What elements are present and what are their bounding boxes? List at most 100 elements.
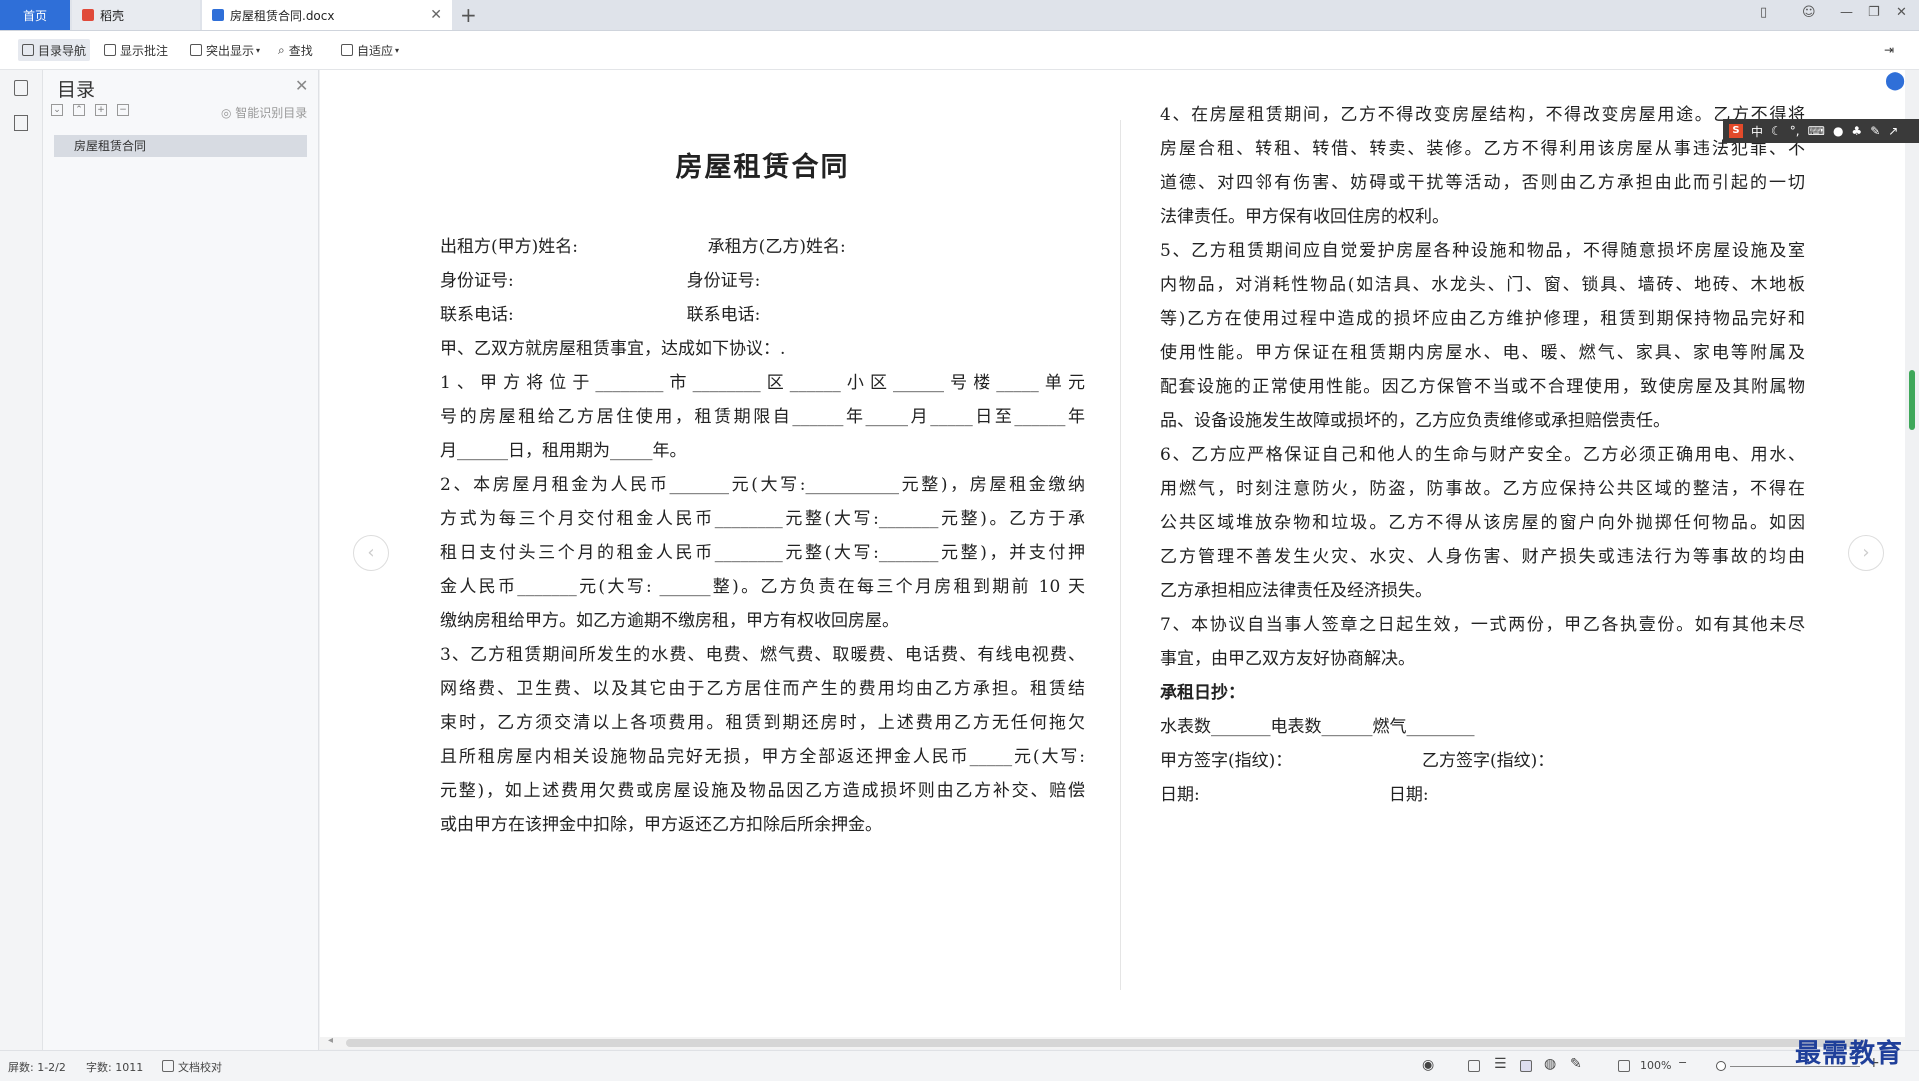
doc-line: 金人民币_______元(大写: ______整)。乙方负责在每三个月房租到期前… — [440, 577, 1085, 597]
outline-view-icon[interactable]: ☰ — [1494, 1056, 1507, 1072]
watermark-logo: 最需教育 — [1795, 1039, 1904, 1069]
doc-line: 出租方(甲方)姓名: 承租方(乙方)姓名: — [440, 237, 846, 257]
doc-line: 日期: 日期: — [1160, 785, 1429, 805]
doc-line: 2、本房屋月租金为人民币_______元(大写:___________元整)，房… — [440, 475, 1085, 495]
show-comments-label: 显示批注 — [120, 43, 169, 58]
zoom-level[interactable]: 100% — [1640, 1059, 1671, 1072]
doc-line: 道德、对四邻有伤害、妨碍或干扰等活动，否则由乙方承担由此而引起的一切 — [1160, 173, 1805, 193]
find-button[interactable]: ⌕ 查找 — [274, 39, 317, 61]
location-pin-icon[interactable]: ⬤ — [1885, 70, 1905, 98]
find-label: 查找 — [288, 43, 313, 58]
doc-line: 号的房屋租给乙方居住使用，租赁期限自______年_____月_____日至__… — [440, 407, 1085, 427]
doc-line: 房屋合租、转租、转借、转卖、装修。乙方不得利用该房屋从事违法犯罪、不 — [1160, 139, 1805, 159]
scroll-left-icon[interactable]: ◂ — [328, 1035, 333, 1046]
ime-toolbar[interactable]: S 中 ☾ °, ⌨ ● ♣ ✎ ↗ — [1723, 119, 1919, 143]
word-count[interactable]: 字数: 1011 — [86, 1059, 143, 1075]
toc-nav-icon — [22, 44, 34, 56]
toc-panel: 目录 ✕ ⌄ ⌃ + − ◎ 智能识别目录 房屋租赁合同 — [43, 70, 319, 1050]
toc-tools: ⌄ ⌃ + − — [51, 104, 129, 116]
doc-line: 5、乙方租赁期间应自觉爱护房屋各种设施和物品，不得随意损坏房屋设施及室 — [1160, 241, 1805, 261]
tab-home-label: 首页 — [22, 8, 47, 23]
zoom-slider-handle[interactable] — [1716, 1061, 1726, 1071]
toc-nav-label: 目录导航 — [38, 43, 87, 58]
doc-line: 内物品，对消耗性物品(如洁具、水龙头、门、窗、锁具、墙砖、地砖、木地板 — [1160, 275, 1805, 295]
toc-nav-button[interactable]: 目录导航 — [18, 39, 91, 61]
page-count[interactable]: 屏数: 1-2/2 — [8, 1059, 66, 1075]
left-icon-strip — [0, 70, 43, 1050]
doc-line: 月______日，租用期为_____年。 — [440, 441, 687, 461]
fit-label: 自适应 — [357, 43, 394, 58]
smart-toc-button[interactable]: ◎ 智能识别目录 — [221, 104, 307, 121]
reading-mode-icon[interactable]: ▯ — [1760, 5, 1767, 20]
doc-title: 房屋租赁合同 — [675, 152, 850, 183]
doc-line: 租日支付头三个月的租金人民币________元整(大写:_______元整)，并… — [440, 543, 1085, 563]
doc-line: 4、在房屋租赁期间，乙方不得改变房屋结构，不得改变房屋用途。乙方不得将 — [1160, 105, 1805, 125]
doc-line: 乙方管理不善发生火灾、水灾、人身伤害、财产损失或违法行为等事故的均由 — [1160, 547, 1805, 567]
doc-line: 或由甲方在该押金中扣除，甲方返还乙方扣除后所余押金。 — [440, 815, 882, 835]
wrench-icon: ✎ — [1870, 124, 1881, 138]
smart-toc-label: 智能识别目录 — [235, 106, 308, 120]
minimize-icon[interactable]: — — [1840, 5, 1853, 20]
eye-protect-icon[interactable]: ◉ — [1422, 1057, 1434, 1073]
toc-item[interactable]: 房屋租赁合同 — [54, 135, 307, 157]
highlight-button[interactable]: 突出显示 ▾ — [186, 39, 264, 61]
collapse-all-icon[interactable]: ⌃ — [73, 104, 85, 116]
fit-width-icon[interactable] — [1618, 1060, 1630, 1072]
page-view-icon[interactable] — [1468, 1060, 1480, 1072]
restore-icon[interactable]: ❐ — [1868, 5, 1880, 20]
close-window-icon[interactable]: ✕ — [1896, 5, 1907, 20]
toc-panel-icon[interactable] — [14, 80, 28, 96]
tab-home[interactable]: 首页 — [0, 0, 70, 30]
web-view-icon[interactable]: ◍ — [1544, 1056, 1556, 1072]
vertical-scrollbar[interactable] — [1909, 370, 1915, 430]
fit-page-icon — [341, 44, 353, 56]
shirt-icon: ♣ — [1851, 124, 1863, 138]
doc-line: 配套设施的正常使用性能。因乙方保管不当或不合理使用，致使房屋及其附属物 — [1160, 377, 1805, 397]
reading-view-icon[interactable] — [1520, 1060, 1532, 1072]
horizontal-scrollbar[interactable] — [346, 1039, 1866, 1047]
user-icon: ● — [1832, 124, 1844, 138]
chevron-down-icon: ▾ — [256, 45, 261, 55]
page-divider — [1120, 120, 1121, 990]
doc-line: 缴纳房租给甲方。如乙方逾期不缴房租，甲方有权收回房屋。 — [440, 611, 899, 631]
highlight-label: 突出显示 — [206, 43, 255, 58]
smart-toc-icon: ◎ — [221, 106, 236, 120]
next-page-icon[interactable]: › — [1848, 535, 1884, 571]
bookmark-icon[interactable] — [14, 115, 28, 131]
document-canvas: ‹ › ⬤ 房屋租赁合同 出租方(甲方)姓名: 承租方(乙方)姓名: 身份证号: … — [320, 70, 1905, 1037]
tab-document[interactable]: 房屋租赁合同.docx ✕ — [202, 0, 452, 30]
fit-button[interactable]: 自适应 ▾ — [337, 39, 403, 61]
word-doc-icon — [212, 9, 224, 21]
close-icon[interactable]: ✕ — [295, 76, 308, 95]
tab-bar: 首页 稻壳 房屋租赁合同.docx ✕ + ▯ ☺ — ❐ ✕ — [0, 0, 1919, 31]
remove-heading-icon[interactable]: − — [117, 104, 129, 116]
doc-line: 联系电话: 联系电话: — [440, 305, 761, 325]
close-tab-icon[interactable]: ✕ — [430, 7, 442, 23]
avatar[interactable]: ☺ — [1802, 5, 1816, 20]
keyboard-icon: ⌨ — [1807, 124, 1825, 138]
doc-line: 事宜，由甲乙双方友好协商解决。 — [1160, 649, 1415, 669]
search-icon: ⌕ — [278, 42, 285, 57]
doc-line: 元整)，如上述费用欠费或房屋设施及物品因乙方造成损坏则由乙方补交、赔偿 — [440, 781, 1085, 801]
doc-line: 公共区域堆放杂物和垃圾。乙方不得从该房屋的窗户向外抛掷任何物品。如因 — [1160, 513, 1805, 533]
doc-line: 6、乙方应严格保证自己和他人的生命与财产安全。乙方必须正确用电、用水、 — [1160, 445, 1805, 465]
doc-line: 7、本协议自当事人签章之日起生效，一式两份，甲乙各执壹份。如有其他未尽 — [1160, 615, 1805, 635]
doc-line: 法律责任。甲方保有收回住房的权利。 — [1160, 207, 1449, 227]
comments-icon — [104, 44, 116, 56]
pen-icon[interactable]: ✎ — [1570, 1056, 1582, 1072]
prev-page-icon[interactable]: ‹ — [353, 535, 389, 571]
zoom-out-icon[interactable]: − — [1678, 1056, 1687, 1069]
add-heading-icon[interactable]: + — [95, 104, 107, 116]
exit-reading-icon[interactable]: ⇥ — [1880, 39, 1898, 61]
proofread-button[interactable]: 文档校对 — [178, 1059, 222, 1075]
show-comments-button[interactable]: 显示批注 — [100, 39, 172, 61]
tab-document-label: 房屋租赁合同.docx — [230, 8, 335, 23]
docer-icon — [82, 9, 94, 21]
tab-docer[interactable]: 稻壳 — [72, 0, 200, 30]
status-bar: 屏数: 1-2/2 字数: 1011 文档校对 ◉ ☰ ◍ ✎ 100% − + — [0, 1050, 1919, 1081]
toc-title: 目录 — [57, 79, 96, 101]
new-tab-icon[interactable]: + — [460, 3, 477, 27]
proofread-icon — [162, 1060, 174, 1072]
doc-line: 使用性能。甲方保证在租赁期内房屋水、电、暖、燃气、家具、家电等附属及 — [1160, 343, 1805, 363]
expand-all-icon[interactable]: ⌄ — [51, 104, 63, 116]
